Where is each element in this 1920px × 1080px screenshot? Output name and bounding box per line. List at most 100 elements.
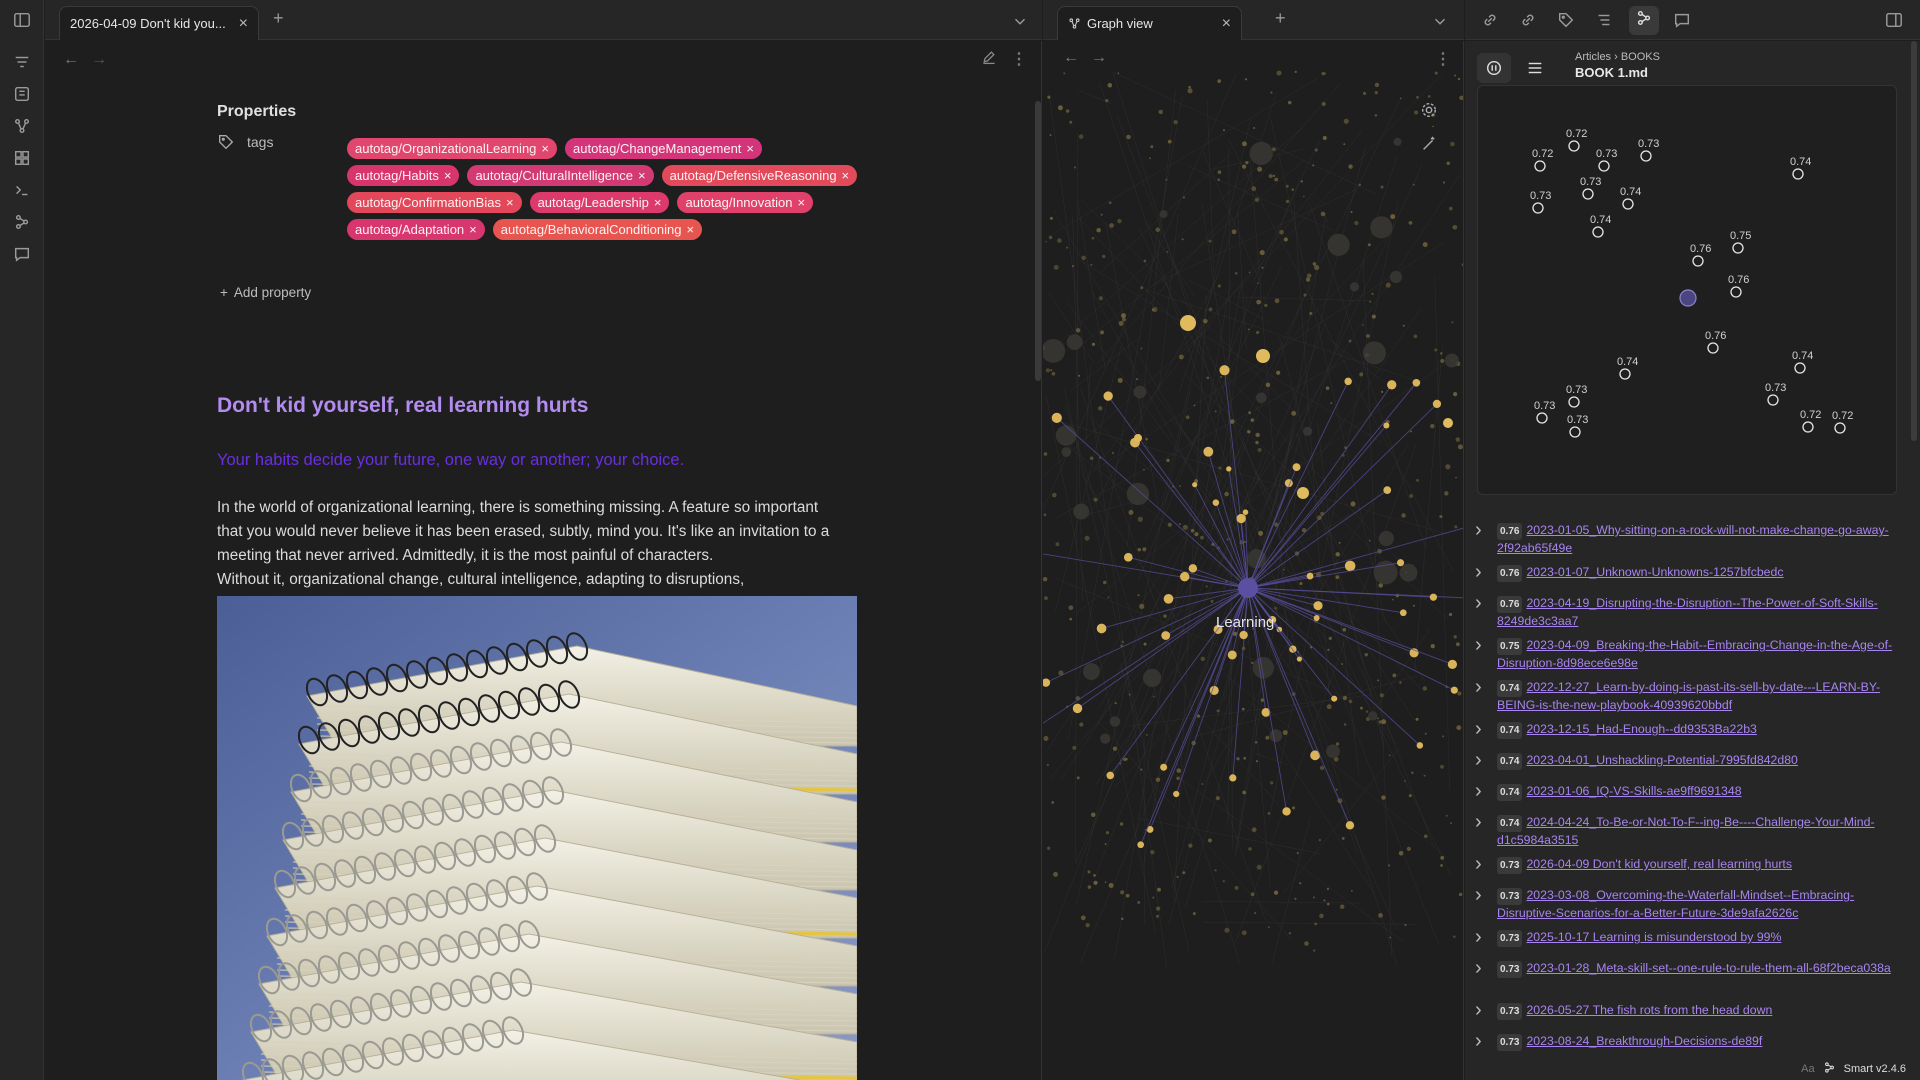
graph-node[interactable] xyxy=(1434,71,1438,75)
pause-button[interactable] xyxy=(1477,53,1511,83)
graph-node[interactable] xyxy=(1187,88,1193,94)
result-link[interactable]: 2023-04-01_Unshackling-Potential-7995fd8… xyxy=(1526,753,1797,767)
graph-linked-node[interactable] xyxy=(1227,650,1237,660)
tag-pill[interactable]: autotag/DefensiveReasoning × xyxy=(661,165,858,186)
graph-node[interactable] xyxy=(1288,932,1292,935)
sidebar-toggle-icon[interactable] xyxy=(12,10,32,30)
graph-node[interactable] xyxy=(1403,779,1406,782)
graph-node[interactable] xyxy=(1416,478,1419,482)
graph-node[interactable] xyxy=(1350,210,1353,214)
dashboard-icon[interactable] xyxy=(12,148,32,168)
graph-node[interactable] xyxy=(1150,849,1155,855)
graph-node[interactable] xyxy=(1314,148,1318,152)
graph-node[interactable] xyxy=(1125,893,1130,898)
graph-node[interactable] xyxy=(1247,430,1251,434)
remove-tag-icon[interactable]: × xyxy=(444,168,452,183)
tab-graph-view[interactable]: Graph view × xyxy=(1057,6,1242,40)
graph-node[interactable] xyxy=(1223,129,1225,132)
graph-node[interactable] xyxy=(1055,425,1077,446)
graph-node[interactable] xyxy=(1143,259,1147,263)
graph-node[interactable] xyxy=(1220,375,1223,378)
result-item[interactable]: › 0.73 2023-03-08_Overcoming-the-Waterfall… xyxy=(1475,885,1905,922)
graph-node[interactable] xyxy=(1423,774,1426,777)
graph-node[interactable] xyxy=(1259,249,1265,256)
graph-node[interactable] xyxy=(1045,368,1050,373)
graph-node[interactable] xyxy=(1335,742,1340,746)
graph-linked-node[interactable] xyxy=(1137,841,1145,849)
graph-linked-node[interactable] xyxy=(1096,623,1107,634)
graph-node[interactable] xyxy=(1381,795,1386,800)
graph-node[interactable] xyxy=(1140,286,1144,290)
graph-node[interactable] xyxy=(1439,514,1443,519)
graph-node[interactable] xyxy=(1348,699,1353,704)
tag-pill[interactable]: autotag/Leadership × xyxy=(529,192,670,213)
remove-tag-icon[interactable]: × xyxy=(638,168,646,183)
graph-node[interactable] xyxy=(1104,843,1107,846)
graph-node[interactable] xyxy=(1053,871,1058,877)
graph-node[interactable] xyxy=(1091,236,1095,240)
graph-node[interactable] xyxy=(1140,768,1143,771)
graph-node[interactable] xyxy=(1133,385,1147,399)
graph-node[interactable] xyxy=(1282,730,1288,736)
graph-node[interactable] xyxy=(1234,885,1239,890)
graph-node[interactable] xyxy=(1389,270,1403,284)
result-item[interactable]: › 0.76 2023-01-07_Unknown-Unknowns-1257bfc… xyxy=(1475,562,1905,582)
graph-node[interactable] xyxy=(1107,596,1110,599)
tag-pill[interactable]: autotag/Innovation × xyxy=(677,192,814,213)
result-item[interactable]: › 0.76 2023-01-05_Why-sitting-on-a-rock-wi… xyxy=(1475,520,1905,557)
graph-node[interactable] xyxy=(1335,552,1340,557)
graph-node[interactable] xyxy=(1176,875,1179,879)
graph-node[interactable] xyxy=(1430,643,1435,649)
graph-node[interactable] xyxy=(1073,166,1077,169)
graph-linked-node[interactable] xyxy=(1256,349,1270,363)
graph-node[interactable] xyxy=(1158,109,1163,115)
graph-node[interactable] xyxy=(1412,604,1415,607)
graph-node[interactable] xyxy=(1276,70,1282,76)
graph-node[interactable] xyxy=(1167,139,1172,144)
graph-node[interactable] xyxy=(1112,746,1118,751)
link-out-icon[interactable] xyxy=(1519,11,1537,34)
graph-node[interactable] xyxy=(1269,729,1283,743)
graph-node[interactable] xyxy=(1247,328,1250,331)
graph-linked-node[interactable] xyxy=(1416,742,1424,749)
graph-node[interactable] xyxy=(1243,756,1247,760)
graph-node[interactable] xyxy=(1267,812,1271,815)
graph-node[interactable] xyxy=(1100,733,1111,744)
graph-linked-node[interactable] xyxy=(1432,399,1442,409)
graph-node[interactable] xyxy=(1342,695,1348,701)
close-graph-tab-icon[interactable]: × xyxy=(1222,15,1231,33)
panel-scrollbar[interactable] xyxy=(1911,41,1917,441)
graph-node[interactable] xyxy=(1242,790,1247,795)
graph-node[interactable] xyxy=(1254,740,1258,744)
graph-node[interactable] xyxy=(1200,535,1204,540)
cluster-center-node[interactable] xyxy=(1679,289,1697,307)
graph-node[interactable] xyxy=(1453,635,1457,639)
graph-node[interactable] xyxy=(1218,466,1222,470)
graph-node[interactable] xyxy=(1256,392,1267,404)
graph-node[interactable] xyxy=(1458,892,1463,897)
graph-linked-node[interactable] xyxy=(1387,380,1397,390)
graph-node[interactable] xyxy=(1188,843,1193,848)
graph-linked-node[interactable] xyxy=(1123,552,1133,562)
graph-node[interactable] xyxy=(1440,864,1443,867)
graph-node[interactable] xyxy=(1432,125,1435,128)
graph-node[interactable] xyxy=(1201,783,1204,785)
back-arrow-icon[interactable]: ← xyxy=(63,51,79,69)
graph-node[interactable] xyxy=(1080,915,1086,921)
graph-node[interactable] xyxy=(1449,206,1453,211)
graph-canvas[interactable] xyxy=(1043,41,1464,1080)
cluster-node[interactable] xyxy=(1532,202,1544,214)
new-graph-tab-icon[interactable]: + xyxy=(1275,8,1286,29)
cluster-node[interactable] xyxy=(1794,362,1806,374)
graph-node[interactable] xyxy=(1145,437,1148,441)
graph-node[interactable] xyxy=(1287,100,1292,105)
graph-node[interactable] xyxy=(1043,735,1049,741)
result-item[interactable]: › 0.73 2025-10-17 Learning is misunderstoo… xyxy=(1475,927,1905,947)
graph-node[interactable] xyxy=(1241,164,1247,169)
graph-node[interactable] xyxy=(1390,214,1396,220)
graph-node[interactable] xyxy=(1104,881,1107,884)
graph-node[interactable] xyxy=(1279,229,1284,235)
graph-node[interactable] xyxy=(1081,255,1086,261)
graph-node[interactable] xyxy=(1312,262,1317,266)
graph-node[interactable] xyxy=(1326,704,1332,710)
